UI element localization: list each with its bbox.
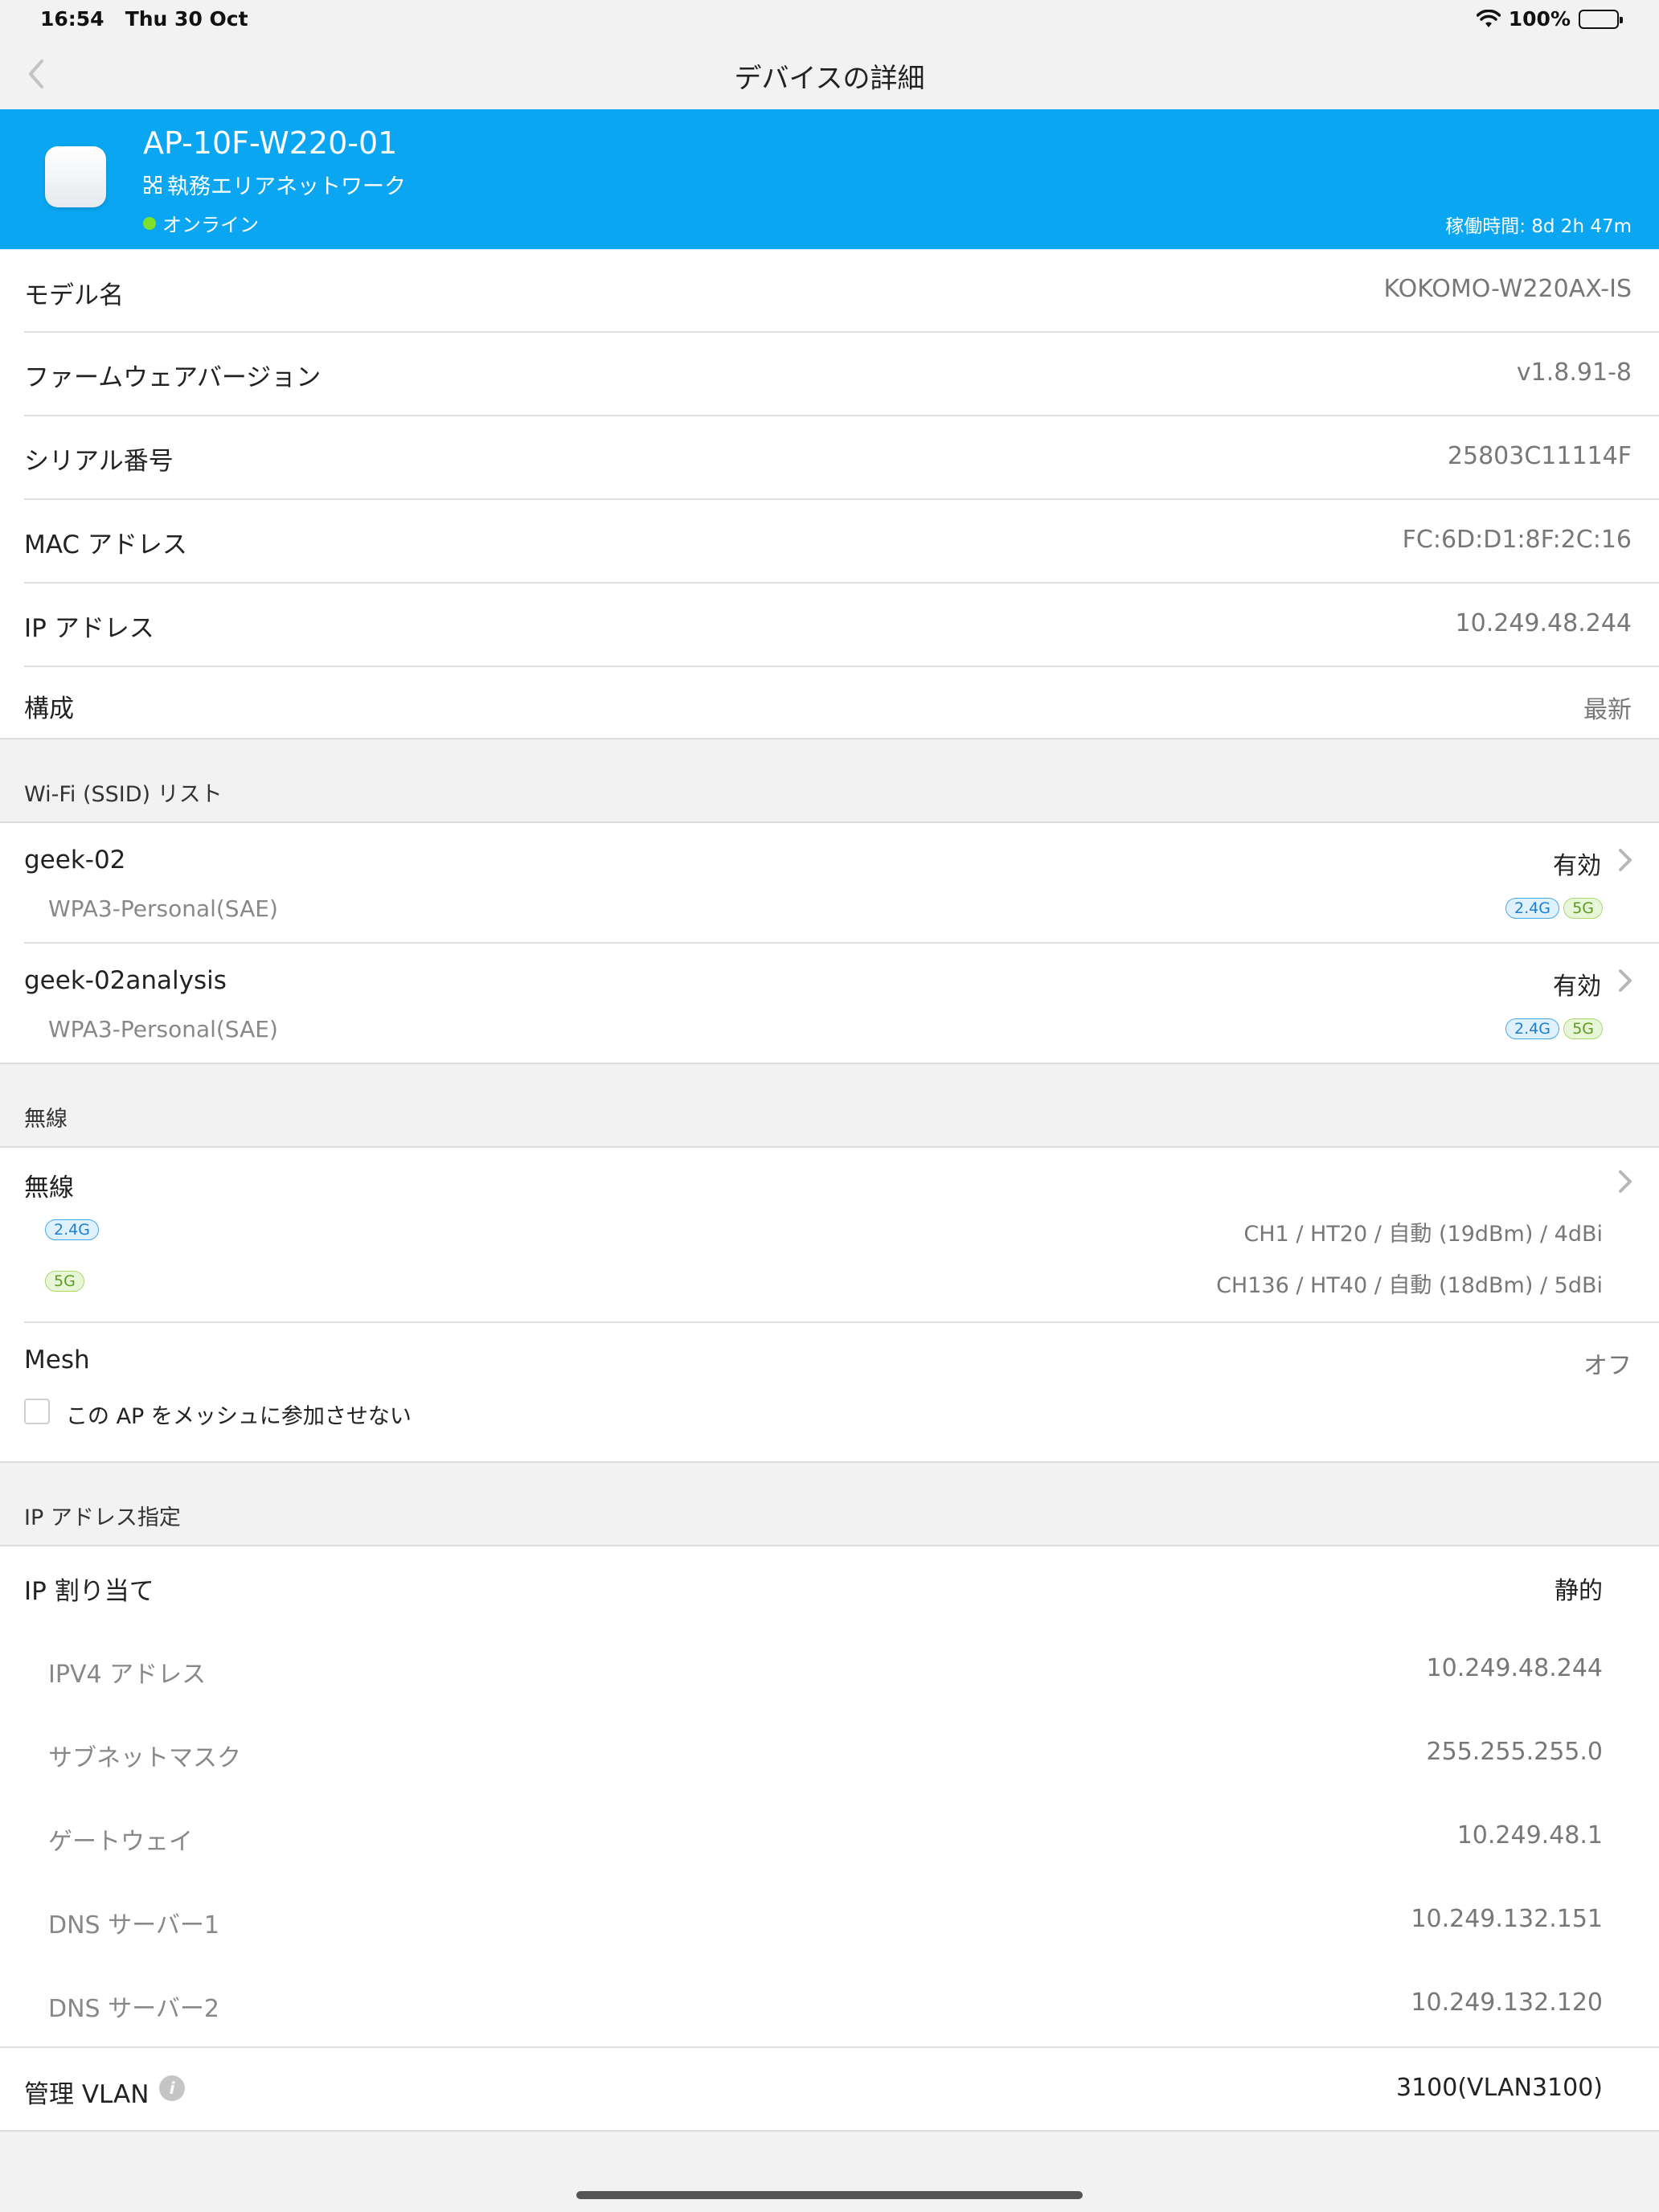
ssid-name: geek-02 <box>24 846 126 875</box>
band-5g-badge: 5G <box>1563 898 1603 919</box>
wireless-row[interactable]: 無線 2.4G CH1 / HT20 / 自動 (19dBm) / 4dBi 5… <box>0 1148 1659 1321</box>
nav-bar: デバイスの詳細 <box>0 39 1659 109</box>
status-bar: 16:54 Thu 30 Oct 100% <box>0 0 1659 39</box>
ssid-state: 有効 <box>1553 852 1601 880</box>
ipv4-value: 10.249.48.244 <box>1426 1654 1603 1682</box>
chevron-right-icon <box>1619 1170 1632 1193</box>
status-time: 16:54 Thu 30 Oct <box>40 7 248 31</box>
page-title: デバイスの詳細 <box>734 63 925 95</box>
config-label: 構成 <box>24 694 74 723</box>
firmware-label: ファームウェアバージョン <box>24 363 322 392</box>
ip-list: IP 割り当て 静的 IPV4 アドレス 10.249.48.244 サブネット… <box>0 1546 1659 2130</box>
ssid-list: geek-02 有効 WPA3-Personal(SAE) 2.4G 5G ge… <box>0 823 1659 1063</box>
firmware-value: v1.8.91-8 <box>1516 358 1632 387</box>
wifi-icon <box>1476 9 1501 27</box>
network-icon <box>144 175 162 194</box>
band-24g-badge: 2.4G <box>1505 898 1559 919</box>
subnet-label: サブネットマスク <box>48 1744 241 1772</box>
band-24g-config: CH1 / HT20 / 自動 (19dBm) / 4dBi <box>1243 1222 1603 1247</box>
status-text: オンライン <box>162 214 259 236</box>
band-5g-badge: 5G <box>45 1271 84 1292</box>
info-list: モデル名 KOKOMO-W220AX-IS ファームウェアバージョン v1.8.… <box>0 249 1659 739</box>
gateway-value: 10.249.48.1 <box>1456 1821 1603 1849</box>
network-name: 執務エリアネットワーク <box>167 174 406 199</box>
device-header: AP-10F-W220-01 執務エリアネットワーク オンライン 稼働時間: 8… <box>0 109 1659 249</box>
wireless-label: 無線 <box>24 1174 74 1202</box>
home-indicator <box>576 2191 1083 2199</box>
wireless-list: 無線 2.4G CH1 / HT20 / 自動 (19dBm) / 4dBi 5… <box>0 1148 1659 1461</box>
ip-section-title: IP アドレス指定 <box>24 1505 181 1530</box>
dns2-label: DNS サーバー2 <box>48 1995 219 2023</box>
ssid-name: geek-02analysis <box>24 966 227 995</box>
model-label: モデル名 <box>24 281 124 310</box>
device-status: オンライン <box>143 209 259 237</box>
ipv4-label: IPV4 アドレス <box>48 1661 207 1689</box>
ssid-item[interactable]: geek-02analysis 有効 WPA3-Personal(SAE) 2.… <box>0 944 1659 1063</box>
serial-value: 25803C11114F <box>1447 442 1632 470</box>
battery-percent: 100% <box>1508 7 1571 31</box>
band-24g-badge: 2.4G <box>1505 1018 1559 1039</box>
band-5g-badge: 5G <box>1563 1018 1603 1039</box>
device-uptime: 稼働時間: 8d 2h 47m <box>1445 216 1632 237</box>
dns2-value: 10.249.132.120 <box>1411 1989 1603 2017</box>
ip-value: 10.249.48.244 <box>1455 609 1632 637</box>
subnet-value: 255.255.255.0 <box>1426 1738 1603 1766</box>
ssid-state: 有効 <box>1553 973 1601 1001</box>
dns1-value: 10.249.132.151 <box>1411 1905 1603 1933</box>
info-icon[interactable]: i <box>159 2075 185 2101</box>
band-5g-config: CH136 / HT40 / 自動 (18dBm) / 5dBi <box>1216 1273 1603 1298</box>
mesh-exclude-checkbox[interactable] <box>24 1399 50 1424</box>
serial-label: シリアル番号 <box>24 447 174 476</box>
device-network: 執務エリアネットワーク <box>143 169 406 200</box>
mac-value: FC:6D:D1:8F:2C:16 <box>1402 526 1632 554</box>
battery-icon <box>1579 9 1623 29</box>
status-date-text: Thu 30 Oct <box>125 7 248 31</box>
device-name: AP-10F-W220-01 <box>143 125 398 161</box>
chevron-right-icon <box>1619 849 1632 871</box>
model-value: KOKOMO-W220AX-IS <box>1383 275 1632 303</box>
ip-assign-label: IP 割り当て <box>24 1577 154 1606</box>
status-right: 100% <box>1476 7 1623 31</box>
vlan-label: 管理 VLAN <box>24 2080 150 2109</box>
ssid-section-title: Wi-Fi (SSID) リスト <box>24 782 223 807</box>
wireless-section-title: 無線 <box>24 1107 68 1132</box>
gateway-label: ゲートウェイ <box>48 1828 193 1856</box>
mesh-value: オフ <box>1583 1352 1632 1380</box>
dns1-label: DNS サーバー1 <box>48 1911 219 1940</box>
mesh-exclude-label: この AP をメッシュに参加させない <box>66 1404 412 1429</box>
ssid-security: WPA3-Personal(SAE) <box>48 1016 278 1043</box>
mesh-label: Mesh <box>24 1346 90 1374</box>
vlan-value: 3100(VLAN3100) <box>1396 2074 1603 2102</box>
online-dot-icon <box>143 216 156 230</box>
mac-label: MAC アドレス <box>24 530 187 559</box>
ssid-item[interactable]: geek-02 有効 WPA3-Personal(SAE) 2.4G 5G <box>0 823 1659 942</box>
ip-label: IP アドレス <box>24 614 154 643</box>
config-value: 最新 <box>1583 696 1632 724</box>
chevron-right-icon <box>1619 969 1632 992</box>
access-point-icon <box>45 146 106 207</box>
ip-assign-value[interactable]: 静的 <box>1555 1571 1603 1606</box>
status-time-text: 16:54 <box>40 7 104 31</box>
band-24g-badge: 2.4G <box>45 1219 99 1240</box>
ssid-security: WPA3-Personal(SAE) <box>48 895 278 922</box>
